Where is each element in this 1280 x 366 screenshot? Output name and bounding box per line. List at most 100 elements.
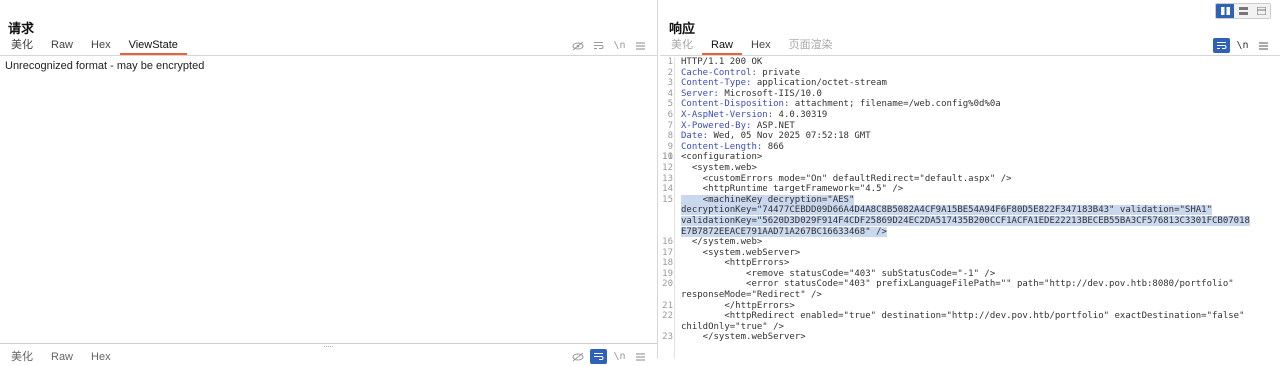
line-number: 20 (662, 279, 673, 290)
tab-hex-bottom[interactable]: Hex (82, 350, 120, 366)
line-number: 11 (662, 152, 673, 163)
code-line: 6 X-AspNet-Version: 4.0.30319 (660, 110, 1280, 121)
eye-slash-icon[interactable] (569, 349, 586, 364)
tab-viewstate[interactable]: ViewState (119, 38, 188, 55)
tab-render[interactable]: 页面渲染 (780, 38, 842, 54)
line-text: <httpRuntime targetFramework="4.5" /> (681, 184, 904, 194)
wrap-lines-icon[interactable] (590, 349, 607, 364)
line-number: 2 (667, 67, 673, 78)
line-number: 14 (662, 184, 673, 195)
code-line: 12 <system.web> (660, 163, 1280, 174)
code-line-continuation: responseMode="Redirect" /> (660, 290, 1280, 301)
header-name: X-Powered-By: (681, 120, 752, 131)
code-line: 16 </system.web> (660, 237, 1280, 248)
line-text: <httpRedirect enabled="true" destination… (681, 311, 1244, 321)
code-line-continuation: E7B7872EEACE791AAD71A267BC16633468" /> (660, 226, 1280, 238)
header-value: 4.0.30319 (773, 109, 828, 120)
tab-raw[interactable]: Raw (702, 38, 743, 55)
code-line: 19 <remove statusCode="403" subStatusCod… (660, 269, 1280, 280)
eye-slash-icon[interactable] (569, 38, 586, 53)
line-number: 8 (667, 131, 673, 142)
line-text: Content-Length: 866 (681, 142, 784, 152)
line-number: 4 (667, 88, 673, 99)
tab-pretty[interactable]: 美化 (2, 38, 42, 54)
header-value: attachment; filename=/web.config%0d%0a (789, 99, 1001, 110)
wrap-lines-icon[interactable] (1213, 38, 1230, 53)
response-editor[interactable]: 1 HTTP/1.1 200 OK 2 Cache-Control: private 3… (660, 57, 1280, 359)
header-value: ASP.NET (751, 120, 795, 131)
tab-pretty[interactable]: 美化 (662, 38, 702, 54)
code-text: <httpErrors> (681, 258, 790, 269)
response-lines: 1 HTTP/1.1 200 OK 2 Cache-Control: private 3… (660, 57, 1280, 343)
code-line: 14 <httpRuntime targetFramework="4.5" /> (660, 184, 1280, 195)
newline-icon[interactable]: \n (611, 349, 628, 364)
line-number: 23 (662, 332, 673, 343)
menu-icon[interactable] (632, 349, 649, 364)
code-line: 18 <httpErrors> (660, 258, 1280, 269)
tab-raw-bottom[interactable]: Raw (42, 350, 82, 366)
line-number: 22 (662, 311, 673, 322)
header-name: Server: (681, 88, 719, 99)
line-number: 6 (667, 109, 673, 120)
line-number: 19 (662, 268, 673, 279)
code-line: 17 <system.webServer> (660, 248, 1280, 259)
response-pane: 响应 美化 Raw Hex 页面渲染 \n 1 HTTP/1.1 200 OK 2 C… (660, 0, 1280, 359)
splitter-grip-icon[interactable]: ····· (323, 341, 334, 351)
split-rows-icon[interactable] (1234, 4, 1252, 18)
line-text: <httpErrors> (681, 258, 789, 268)
line-number: 12 (662, 162, 673, 173)
newline-icon[interactable]: \n (1234, 38, 1251, 53)
header-name: Cache-Control: (681, 67, 757, 78)
line-number: 17 (662, 247, 673, 258)
line-text: <error statusCode="403" prefixLanguageFi… (681, 279, 1234, 289)
line-text: HTTP/1.1 200 OK (681, 57, 762, 67)
header-name: X-AspNet-Version: (681, 109, 774, 120)
wrap-lines-icon[interactable] (590, 38, 607, 53)
line-text: Content-Disposition: attachment; filenam… (681, 99, 1001, 109)
line-text: X-Powered-By: ASP.NET (681, 121, 795, 131)
response-toolbar: \n (1213, 38, 1272, 53)
line-number: 9 (667, 141, 673, 152)
menu-icon[interactable] (1255, 38, 1272, 53)
newline-icon[interactable]: \n (611, 38, 628, 53)
response-tab-divider (660, 55, 1280, 56)
layout-switch (1215, 3, 1271, 19)
code-line: 1 HTTP/1.1 200 OK (660, 57, 1280, 68)
tab-raw[interactable]: Raw (42, 38, 82, 54)
code-text: <system.webServer> (681, 247, 801, 258)
line-number: 1 (667, 57, 673, 67)
line-text: Cache-Control: private (681, 68, 800, 78)
line-text: </httpErrors> (681, 300, 795, 311)
request-tab-divider (0, 55, 657, 56)
code-text: validationKey="5620D3D029F914F4CDF25869D… (681, 215, 1250, 226)
menu-icon[interactable] (632, 38, 649, 53)
inspector-tabs: 美化 Raw Hex (2, 350, 120, 366)
tab-hex[interactable]: Hex (82, 38, 120, 54)
code-text: <machineKey decryption="AES" (681, 194, 855, 205)
line-text: </system.webServer> (681, 332, 806, 342)
line-text: <customErrors mode="On" defaultRedirect=… (681, 174, 1012, 184)
code-line: 9 Content-Length: 866 (660, 142, 1280, 153)
line-text: <system.web> (681, 163, 757, 173)
tab-pretty-bottom[interactable]: 美化 (2, 350, 42, 366)
code-text: E7B7872EEACE791AAD71A267BC16633468" /> (681, 226, 887, 237)
tabs-icon[interactable] (1252, 4, 1270, 18)
code-line: 23 </system.webServer> (660, 332, 1280, 343)
line-number: 18 (662, 258, 673, 269)
code-text: <remove statusCode="403" subStatusCode="… (681, 268, 996, 279)
code-text: </system.webServer> (681, 332, 806, 343)
line-number: 16 (662, 237, 673, 248)
code-text: decryptionKey="74477CEBDD09D66A4D4A8C8B5… (681, 205, 1213, 216)
code-text: <configuration> (681, 152, 763, 163)
line-text: </system.web> (681, 237, 762, 247)
tab-hex[interactable]: Hex (742, 38, 780, 54)
code-line: 21 </httpErrors> (660, 301, 1280, 312)
code-text: </httpErrors> (681, 300, 795, 311)
header-value: private (756, 67, 801, 78)
code-line: 2 Cache-Control: private (660, 68, 1280, 79)
line-number: 5 (667, 99, 673, 110)
line-number: 13 (662, 173, 673, 184)
code-line-continuation: childOnly="true" /> (660, 322, 1280, 333)
code-line: 8 Date: Wed, 05 Nov 2025 07:52:18 GMT (660, 131, 1280, 142)
split-columns-icon[interactable] (1216, 4, 1234, 18)
